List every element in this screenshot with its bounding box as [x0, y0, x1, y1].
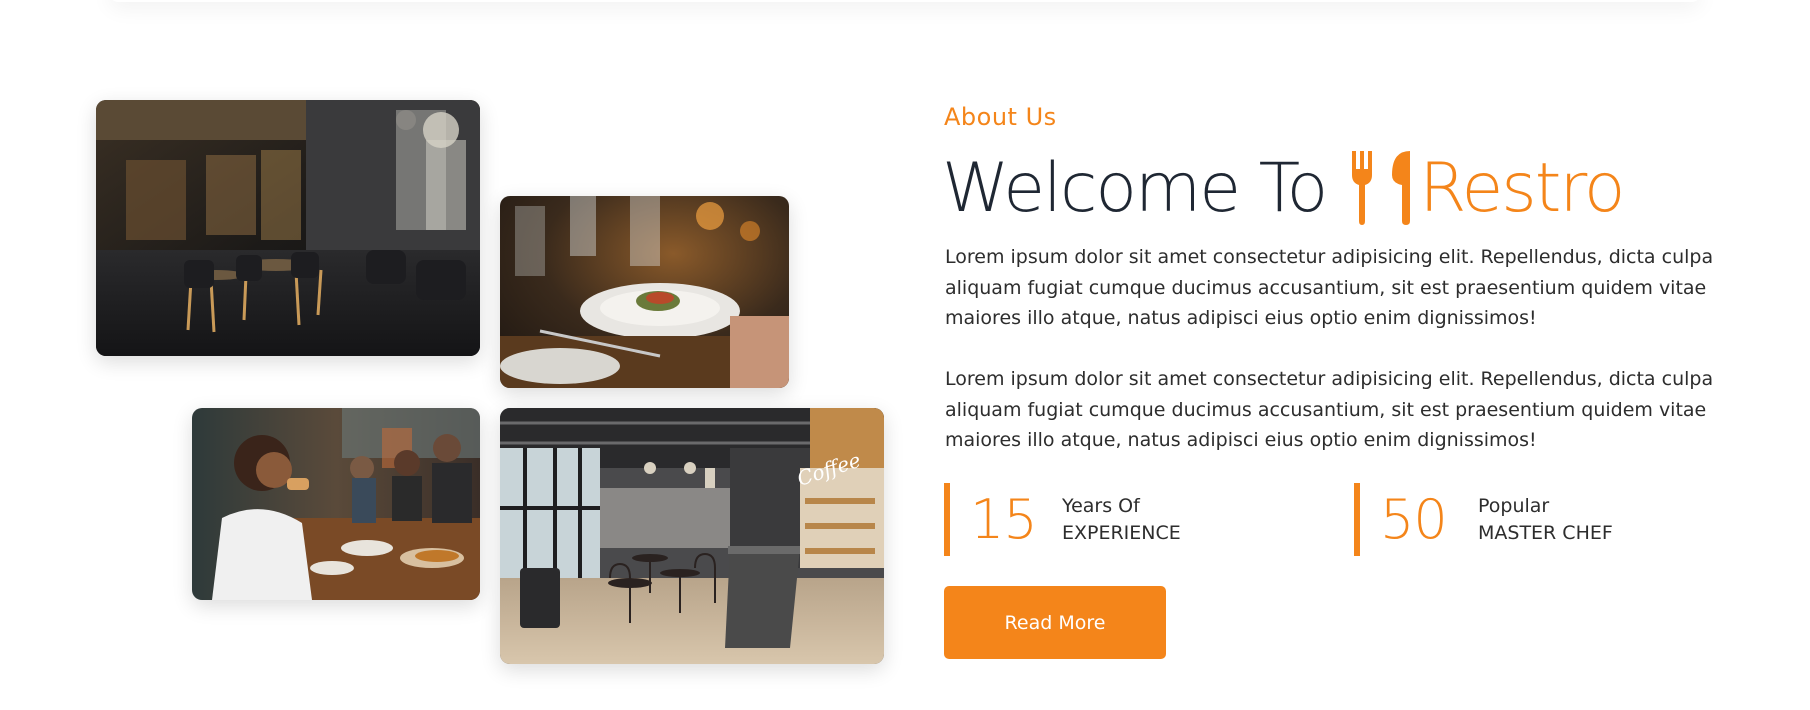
- stat-number: 50: [1380, 488, 1448, 551]
- intro-paragraph-1: Lorem ipsum dolor sit amet consectetur a…: [945, 246, 1714, 329]
- page-title: Welcome To Restro: [942, 148, 1625, 228]
- stat-label: Years Of EXPERIENCE: [1062, 493, 1181, 547]
- read-more-button[interactable]: Read More: [944, 586, 1166, 659]
- headline-prefix: Welcome To: [942, 148, 1328, 228]
- diners-eating-image: [192, 408, 480, 600]
- stat-number: 15: [970, 488, 1038, 551]
- headline-brand: Restro: [1419, 148, 1625, 228]
- section-subtitle: About Us: [944, 103, 1057, 131]
- stat-master-chef: 50 Popular MASTER CHEF: [1354, 483, 1613, 556]
- stat-label-line-2: MASTER CHEF: [1478, 521, 1613, 544]
- about-section: Coffee About Us Welcome To Restro Lorem …: [0, 0, 1810, 710]
- stat-accent-bar: [1354, 483, 1360, 556]
- navbar-shadow: [110, 0, 1700, 2]
- stat-experience: 15 Years Of EXPERIENCE: [944, 483, 1181, 556]
- plated-dish-image: [500, 196, 789, 388]
- coffee-shop-interior-image: Coffee: [500, 408, 884, 664]
- restaurant-interior-image: [96, 100, 480, 356]
- intro-paragraph-2: Lorem ipsum dolor sit amet consectetur a…: [945, 368, 1714, 451]
- stat-label: Popular MASTER CHEF: [1478, 493, 1613, 547]
- stat-accent-bar: [944, 483, 950, 556]
- utensils-icon: [1348, 151, 1416, 225]
- stat-label-line-1: Years Of: [1062, 494, 1140, 517]
- stat-label-line-1: Popular: [1478, 494, 1550, 517]
- stat-label-line-2: EXPERIENCE: [1062, 521, 1181, 544]
